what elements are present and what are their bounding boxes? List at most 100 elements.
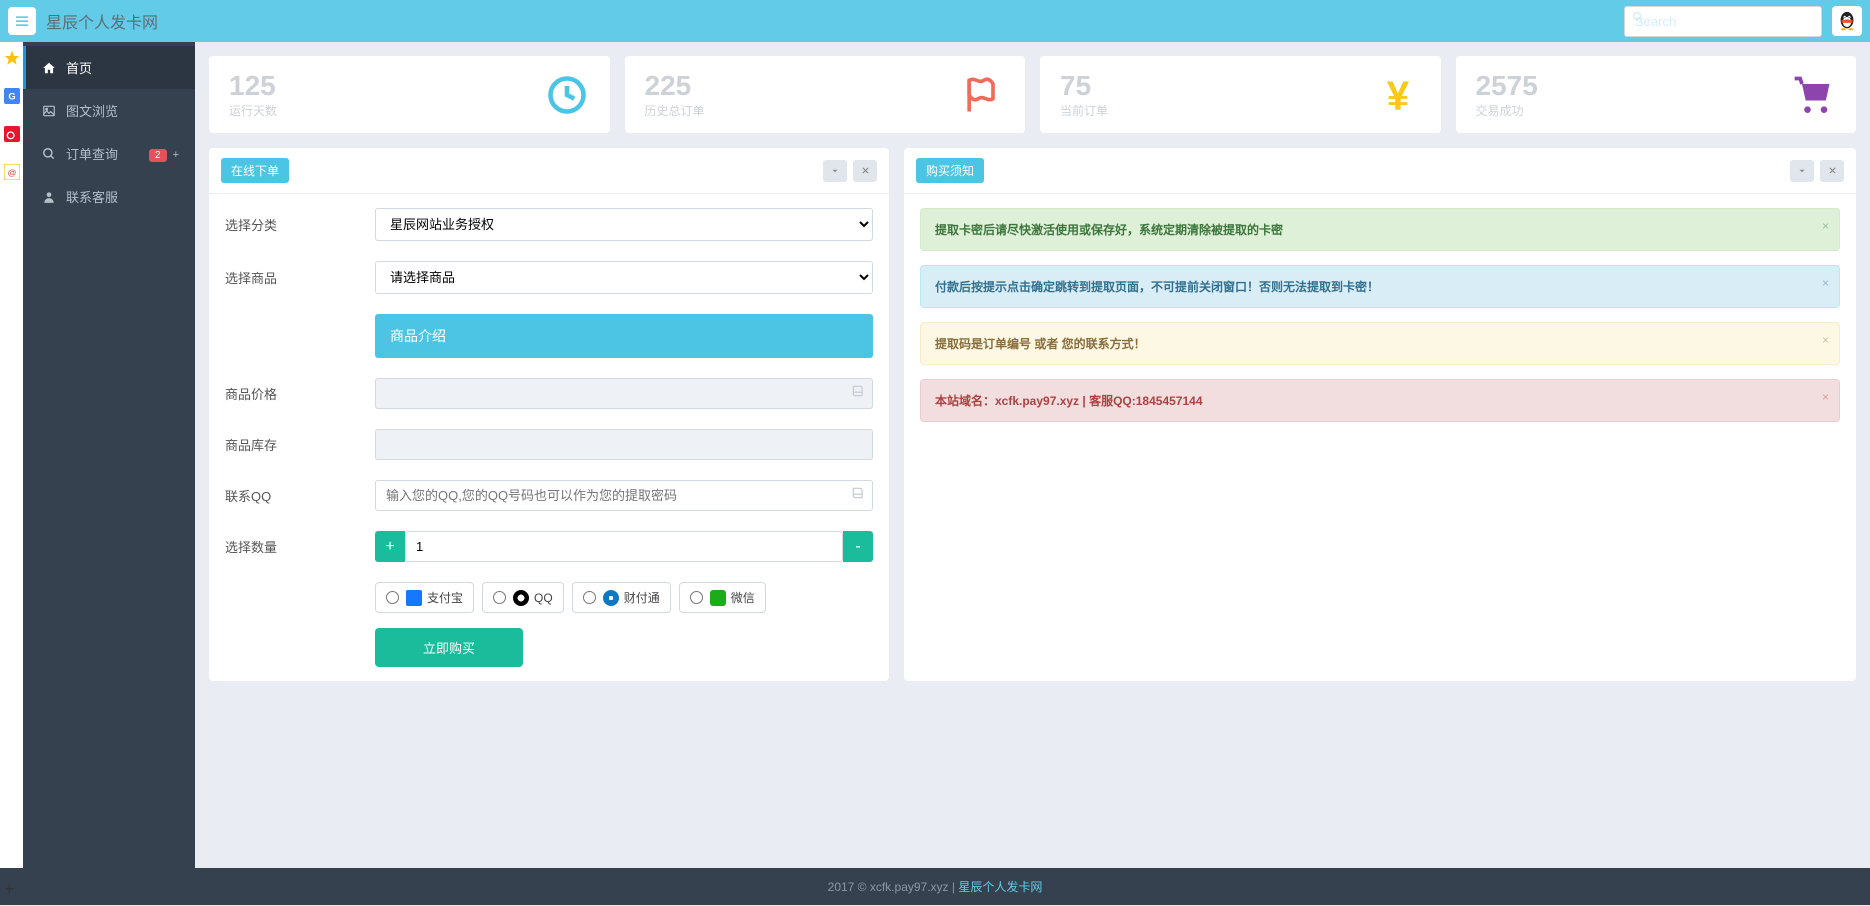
svg-text:@: @ xyxy=(7,167,15,177)
svg-text:G: G xyxy=(8,91,15,101)
google-icon[interactable]: G xyxy=(4,88,20,104)
add-button[interactable]: + xyxy=(4,879,15,900)
qty-plus-button[interactable]: + xyxy=(375,531,405,562)
brand-title: 星辰个人发卡网 xyxy=(46,9,158,33)
clock-icon xyxy=(544,72,590,118)
stat-label: 运行天数 xyxy=(229,102,277,119)
footer-text: 2017 © xcfk.pay97.xyz | xyxy=(828,880,959,894)
buy-button[interactable]: 立即购买 xyxy=(375,628,523,667)
svg-text:¥: ¥ xyxy=(1386,73,1409,117)
alert-warning: 提取码是订单编号 或者 您的联系方式！ × xyxy=(920,322,1840,365)
alert-close-button[interactable]: × xyxy=(1822,219,1829,233)
pay-radio[interactable] xyxy=(583,591,596,604)
stat-card-success: 2575 交易成功 xyxy=(1456,56,1857,133)
search-box xyxy=(1624,6,1822,37)
pay-radio[interactable] xyxy=(493,591,506,604)
alert-close-button[interactable]: × xyxy=(1822,390,1829,404)
footer: 2017 © xcfk.pay97.xyz | 星辰个人发卡网 xyxy=(0,868,1870,905)
menu-icon xyxy=(14,13,30,29)
panel-title: 在线下单 xyxy=(221,158,289,183)
wechat-icon xyxy=(710,590,726,606)
sidebar-item-home[interactable]: 首页 xyxy=(23,46,195,89)
chevron-down-icon xyxy=(1797,166,1807,176)
social-bar: G @ xyxy=(0,42,23,868)
alert-success: 提取卡密后请尽快激活使用或保存好，系统定期清除被提取的卡密 × xyxy=(920,208,1840,251)
sidebar-item-gallery[interactable]: 图文浏览 xyxy=(23,89,195,132)
stat-label: 交易成功 xyxy=(1476,102,1538,119)
alert-info: 付款后按提示点击确定跳转到提取页面，不可提前关闭窗口！否则无法提取到卡密！ × xyxy=(920,265,1840,308)
book-icon xyxy=(851,486,865,503)
stat-value: 75 xyxy=(1060,70,1108,102)
qq-avatar-button[interactable] xyxy=(1832,6,1862,36)
cart-icon xyxy=(1790,72,1836,118)
panel-collapse-button[interactable] xyxy=(823,160,847,182)
content: 125 运行天数 225 历史总订单 75 当前订单 xyxy=(195,42,1870,868)
stat-card-days: 125 运行天数 xyxy=(209,56,610,133)
star-icon[interactable] xyxy=(4,50,20,66)
pay-option-wechat[interactable]: 微信 xyxy=(679,582,766,613)
sidebar-item-label: 图文浏览 xyxy=(66,101,118,120)
menu-toggle-button[interactable] xyxy=(8,7,36,35)
close-icon xyxy=(861,166,870,175)
sidebar-item-label: 首页 xyxy=(66,58,92,77)
search-icon xyxy=(42,147,56,161)
notice-panel: 购买须知 提取卡密后请尽快激活使用或保存好，系统定期清除被提取的卡密 × 付款后… xyxy=(904,148,1856,681)
plus-icon: + xyxy=(173,149,179,161)
sidebar-item-orders[interactable]: 订单查询 2 + xyxy=(23,132,195,175)
user-icon xyxy=(42,190,56,204)
panel-collapse-button[interactable] xyxy=(1790,160,1814,182)
alert-close-button[interactable]: × xyxy=(1822,333,1829,347)
pay-option-qq[interactable]: QQ xyxy=(482,582,564,613)
product-select[interactable]: 请选择商品 xyxy=(375,261,873,294)
qty-minus-button[interactable]: - xyxy=(843,531,873,562)
panel-close-button[interactable] xyxy=(1820,160,1844,182)
order-panel: 在线下单 选择分类 星辰网站业务授权 选择商品 请选择商品 商品 xyxy=(209,148,889,681)
qq-input[interactable] xyxy=(375,480,873,511)
alert-danger: 本站域名：xcfk.pay97.xyz | 客服QQ:1845457144 × xyxy=(920,379,1840,422)
close-icon xyxy=(1828,166,1837,175)
stat-value: 225 xyxy=(645,70,705,102)
search-icon xyxy=(1632,11,1644,26)
orders-badge: 2 xyxy=(149,149,167,162)
price-label: 商品价格 xyxy=(225,384,375,403)
yen-icon: ¥ xyxy=(1375,72,1421,118)
panel-title: 购买须知 xyxy=(916,158,984,183)
pay-radio[interactable] xyxy=(386,591,399,604)
mail-icon[interactable]: @ xyxy=(4,164,20,180)
penguin-icon xyxy=(1836,10,1858,32)
sidebar: 首页 图文浏览 订单查询 2 + 联系客服 xyxy=(23,42,195,868)
stock-field xyxy=(375,429,873,460)
sidebar-item-label: 订单查询 xyxy=(66,144,118,163)
sidebar-item-support[interactable]: 联系客服 xyxy=(23,175,195,218)
pay-radio[interactable] xyxy=(690,591,703,604)
stat-card-current-orders: 75 当前订单 ¥ xyxy=(1040,56,1441,133)
sidebar-item-label: 联系客服 xyxy=(66,187,118,206)
qty-input[interactable] xyxy=(405,531,843,562)
product-label: 选择商品 xyxy=(225,268,375,287)
qq-label: 联系QQ xyxy=(225,486,375,505)
home-icon xyxy=(42,61,56,75)
flag-icon xyxy=(959,72,1005,118)
category-select[interactable]: 星辰网站业务授权 xyxy=(375,208,873,241)
panel-close-button[interactable] xyxy=(853,160,877,182)
alert-close-button[interactable]: × xyxy=(1822,276,1829,290)
stat-label: 历史总订单 xyxy=(645,102,705,119)
weibo-icon[interactable] xyxy=(4,126,20,142)
chevron-down-icon xyxy=(830,166,840,176)
category-label: 选择分类 xyxy=(225,215,375,234)
search-input[interactable] xyxy=(1624,6,1822,37)
book-icon xyxy=(851,384,865,401)
alipay-icon xyxy=(406,590,422,606)
stat-label: 当前订单 xyxy=(1060,102,1108,119)
tenpay-icon xyxy=(603,590,619,606)
header: 星辰个人发卡网 xyxy=(0,0,1870,42)
pay-option-tenpay[interactable]: 财付通 xyxy=(572,582,671,613)
qq-icon xyxy=(513,590,529,606)
stock-label: 商品库存 xyxy=(225,435,375,454)
pay-option-alipay[interactable]: 支付宝 xyxy=(375,582,474,613)
footer-link[interactable]: 星辰个人发卡网 xyxy=(958,880,1042,894)
stat-card-total-orders: 225 历史总订单 xyxy=(625,56,1026,133)
stat-value: 125 xyxy=(229,70,277,102)
qty-label: 选择数量 xyxy=(225,537,375,556)
stat-value: 2575 xyxy=(1476,70,1538,102)
